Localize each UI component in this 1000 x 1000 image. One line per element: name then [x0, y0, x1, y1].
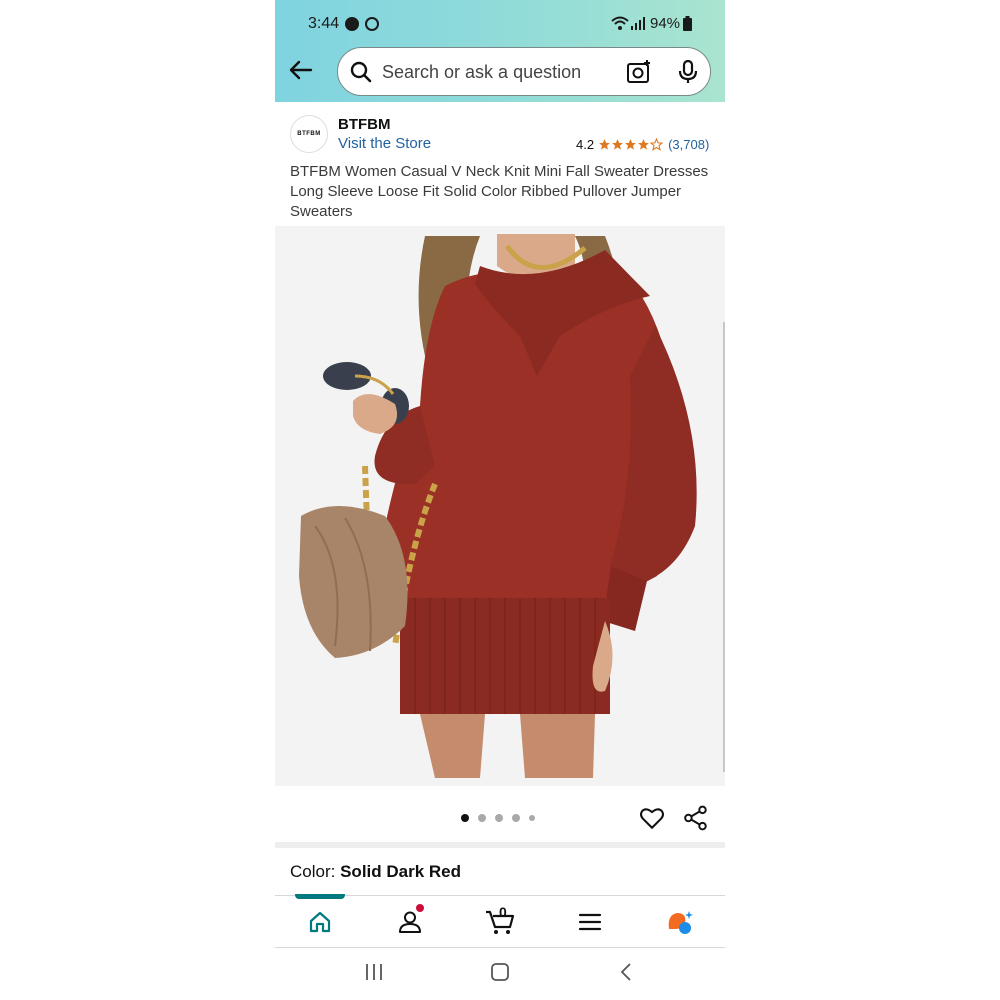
cart-count: 0	[499, 904, 507, 920]
share-icon[interactable]	[683, 805, 709, 831]
brand-name: BTFBM	[338, 116, 391, 133]
nav-home[interactable]	[300, 906, 340, 938]
messenger-icon	[345, 17, 359, 31]
rufus-icon	[668, 911, 693, 934]
home-button-icon[interactable]	[490, 962, 510, 982]
section-divider	[275, 842, 725, 848]
account-icon	[399, 911, 421, 933]
nav-rufus[interactable]	[660, 906, 700, 938]
carousel-dot[interactable]	[512, 814, 520, 822]
color-selection: Color: Solid Dark Red	[290, 862, 461, 882]
nav-menu[interactable]	[570, 906, 610, 938]
wifi-icon	[611, 16, 629, 30]
product-photo	[275, 226, 725, 786]
camera-plus-icon[interactable]	[626, 59, 652, 85]
product-image[interactable]	[275, 226, 725, 786]
status-time: 3:44	[308, 15, 340, 32]
notification-dot	[416, 904, 424, 912]
active-tab-indicator	[295, 894, 345, 899]
menu-icon	[578, 913, 602, 931]
carousel-dot-active[interactable]	[461, 814, 469, 822]
search-bar[interactable]	[337, 47, 711, 96]
home-icon	[309, 911, 331, 933]
color-value: Solid Dark Red	[340, 862, 462, 881]
microphone-icon[interactable]	[678, 59, 698, 85]
review-count[interactable]: (3,708)	[668, 137, 709, 152]
nav-cart[interactable]: 0	[480, 904, 520, 938]
status-bar: 3:44 94%	[275, 0, 725, 48]
visit-store-link[interactable]: Visit the Store	[338, 135, 431, 152]
carousel-dot[interactable]	[529, 815, 535, 821]
star-full-icon	[625, 139, 636, 150]
product-title: BTFBM Women Casual V Neck Knit Mini Fall…	[290, 163, 709, 220]
brand-logo[interactable]: BTFBM	[290, 115, 328, 153]
carousel-dot[interactable]	[478, 814, 486, 822]
star-empty-icon	[650, 138, 664, 151]
heart-icon[interactable]	[639, 805, 665, 831]
arrow-left-icon	[289, 60, 313, 80]
star-rating	[598, 138, 664, 151]
system-nav-bar	[275, 948, 725, 1000]
next-image-peek	[723, 322, 725, 772]
back-icon[interactable]	[617, 962, 637, 982]
nav-account[interactable]	[390, 904, 430, 938]
recents-icon[interactable]	[364, 962, 384, 982]
star-full-icon	[612, 139, 623, 150]
bottom-nav: 0	[275, 894, 725, 948]
brand-logo-text: BTFBM	[297, 131, 321, 137]
back-button[interactable]	[287, 56, 315, 84]
header: 3:44 94%	[275, 0, 725, 102]
app-screen: 3:44 94% Search or ask a question BTFBM …	[275, 0, 725, 1000]
battery-icon	[683, 16, 692, 31]
app-icon	[365, 17, 379, 31]
carousel-dot[interactable]	[495, 814, 503, 822]
color-label: Color:	[290, 862, 336, 881]
battery-percent: 94%	[650, 15, 681, 32]
rating-value: 4.2	[576, 137, 595, 152]
search-icon	[350, 61, 372, 83]
signal-icon	[631, 17, 645, 30]
rating-summary[interactable]: 4.2 (3,708)	[576, 137, 709, 152]
image-carousel-dots	[461, 814, 535, 822]
search-input[interactable]	[382, 60, 612, 84]
star-full-icon	[638, 139, 649, 150]
star-full-icon	[599, 139, 610, 150]
